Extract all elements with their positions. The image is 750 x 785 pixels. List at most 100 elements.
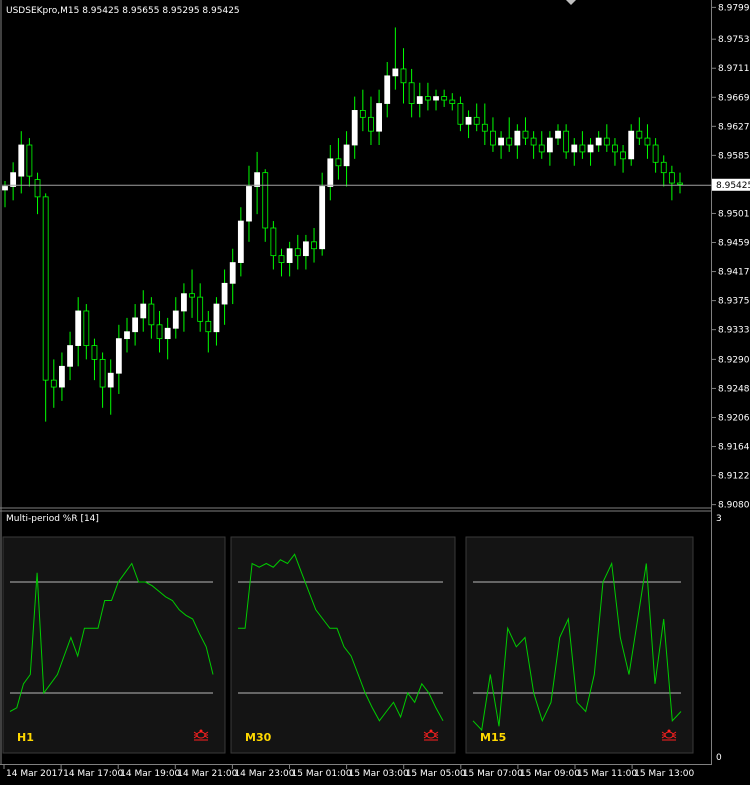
candle-body — [376, 103, 382, 132]
price-label: 8.97110 — [718, 64, 750, 74]
price-label: 8.93750 — [718, 297, 750, 307]
candle-body — [400, 68, 407, 84]
price-label: 8.93330 — [718, 326, 750, 336]
price-label: 8.97990 — [718, 3, 750, 13]
candle-body — [384, 75, 391, 104]
candle-body — [181, 293, 187, 312]
time-label: 15 Mar 09:00 — [520, 769, 580, 779]
candle-body — [221, 282, 228, 305]
indicator-scale-top: 3 — [716, 514, 722, 524]
price-label: 8.90800 — [718, 501, 750, 511]
candle-body — [311, 241, 317, 250]
panel-background — [2, 536, 226, 754]
candle-body — [229, 262, 236, 284]
chart-window[interactable]: USDSEKpro,M15 8.95425 8.95655 8.95295 8.… — [0, 0, 750, 781]
candle-body — [498, 137, 504, 146]
candle-body — [636, 130, 643, 139]
price-label: 8.96270 — [718, 122, 750, 132]
indicator-panels: H1 M30 M15 — [2, 536, 694, 754]
time-label: 15 Mar 05:00 — [406, 769, 466, 779]
candle-body — [164, 327, 171, 340]
indicator-title: Multi-period %R [14] — [6, 514, 99, 524]
candle-body — [132, 317, 139, 333]
candle-body — [514, 130, 521, 146]
time-label: 15 Mar 01:00 — [292, 769, 352, 779]
time-label: 14 Mar 21:00 — [177, 769, 237, 779]
candle-body — [213, 303, 220, 333]
candle-body — [197, 296, 204, 322]
candle-body — [595, 137, 602, 146]
candle-body — [368, 116, 374, 132]
candle-body — [465, 116, 472, 125]
candle-body — [26, 144, 33, 177]
candle-body — [189, 293, 195, 298]
candle-body — [359, 110, 366, 118]
panel-background — [465, 536, 694, 754]
candle-body — [254, 172, 261, 187]
candle-body — [205, 320, 212, 333]
candle-body — [343, 144, 350, 167]
time-label: 15 Mar 07:00 — [463, 769, 523, 779]
price-label: 8.92900 — [718, 355, 750, 365]
candle-body — [490, 130, 496, 146]
candle-body — [628, 130, 635, 160]
price-label: 8.95850 — [718, 151, 750, 161]
candle-body — [262, 172, 269, 229]
candle-body — [140, 303, 147, 319]
candle-body — [148, 303, 155, 326]
time-label: 14 Mar 23:00 — [234, 769, 294, 779]
candle-body — [473, 116, 480, 125]
candle-body — [433, 96, 439, 101]
time-label: 15 Mar 03:00 — [349, 769, 409, 779]
candle-body — [42, 196, 49, 381]
time-label: 15 Mar 13:00 — [634, 769, 694, 779]
indicator-scale-bottom: 0 — [716, 753, 722, 763]
candle-body — [91, 345, 98, 360]
price-label: 8.95010 — [718, 209, 750, 219]
candle-body — [441, 96, 448, 101]
candle-body — [172, 310, 179, 329]
candle-body — [579, 144, 586, 153]
panel-label: M30 — [245, 731, 272, 744]
candle-body — [457, 103, 464, 125]
candle-body — [668, 172, 675, 184]
candle-body — [677, 182, 683, 185]
candle-body — [10, 172, 17, 187]
candle-body — [107, 372, 114, 388]
indicator-panel-h1[interactable]: H1 — [2, 536, 226, 754]
candle-body — [449, 99, 456, 104]
candle-body — [335, 158, 342, 167]
candle-body — [34, 179, 41, 198]
candle-body — [538, 144, 545, 153]
candle-body — [67, 345, 73, 367]
candle-body — [75, 310, 82, 346]
candle-body — [50, 379, 57, 388]
price-label: 8.94170 — [718, 268, 750, 278]
indicator-panel-m15[interactable]: M15 — [465, 536, 694, 754]
panel-label: M15 — [480, 731, 506, 744]
time-label: 14 Mar 17:00 — [63, 769, 123, 779]
candle-body — [83, 310, 90, 346]
candle-body — [416, 96, 423, 104]
candle-body — [571, 144, 578, 153]
candle-body — [115, 338, 122, 374]
candle-body — [652, 144, 659, 163]
candle-body — [294, 248, 301, 257]
candle-body — [99, 358, 106, 388]
candle-body — [2, 186, 8, 191]
indicator-panel-m30[interactable]: M30 — [230, 536, 456, 754]
candle-body — [587, 144, 594, 153]
candle-body — [612, 144, 618, 153]
candle-body — [351, 110, 358, 146]
price-label: 8.91220 — [718, 472, 750, 482]
candle-body — [506, 137, 513, 146]
time-label: 14 Mar 2017 — [6, 769, 63, 779]
candle-body — [644, 137, 651, 146]
panel-label: H1 — [17, 731, 34, 744]
candle-body — [660, 161, 667, 174]
candle-body — [408, 82, 415, 104]
price-label: 8.94590 — [718, 239, 750, 249]
price-label: 8.97530 — [718, 35, 750, 45]
candle-body — [286, 248, 293, 263]
symbol-info: USDSEKpro,M15 8.95425 8.95655 8.95295 8.… — [6, 6, 240, 16]
